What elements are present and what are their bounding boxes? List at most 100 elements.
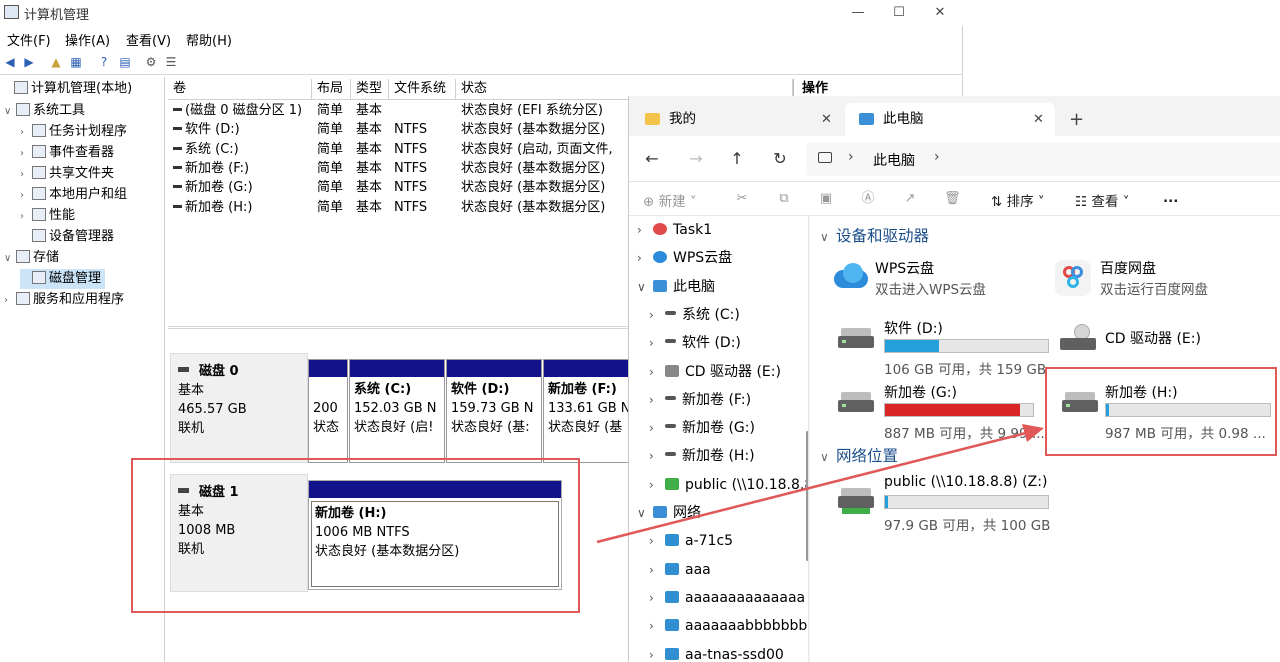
chevron-right-icon[interactable]: › (649, 614, 665, 638)
list-icon[interactable]: ☰ (163, 55, 179, 70)
nav-item[interactable]: › aa-tnas-ssd00 (649, 643, 784, 662)
chevron-right-icon[interactable]: › (637, 246, 653, 270)
chevron-down-icon[interactable]: ∨ (637, 275, 653, 299)
chevron-right-icon[interactable]: › (649, 331, 665, 355)
nav-item[interactable]: ∨ 网络 (637, 501, 701, 525)
menu-file[interactable]: 文件(F) (7, 30, 51, 49)
chevron-right-icon[interactable]: › (4, 291, 16, 311)
paste-icon[interactable]: ▣ (818, 191, 834, 207)
chevron-right-icon[interactable]: › (649, 444, 665, 468)
tree-item-disk-management[interactable]: 磁盘管理 (20, 269, 106, 289)
chevron-right-icon[interactable]: › (649, 416, 665, 440)
nav-item[interactable]: › 新加卷 (F:) (649, 388, 751, 412)
nav-item[interactable]: › 新加卷 (G:) (649, 416, 755, 440)
close-button[interactable]: ✕ (925, 3, 955, 23)
partition-f[interactable]: 新加卷 (F:) 133.61 GB N 状态良好 (基 (543, 359, 630, 463)
menu-action[interactable]: 操作(A) (65, 30, 110, 49)
up-folder-icon[interactable]: ▲ (48, 55, 64, 70)
share-icon[interactable]: ↗ (902, 191, 918, 207)
tree-item-services-apps[interactable]: › 服务和应用程序 (4, 290, 124, 310)
chevron-right-icon[interactable]: › (637, 218, 653, 242)
new-button[interactable]: ⊕ 新建 ˅ (643, 190, 697, 210)
nav-item[interactable]: › public (\\10.18.8.8 (649, 473, 808, 497)
partition-efi[interactable]: 200 状态 (308, 359, 348, 463)
column-header-type[interactable]: 类型 (351, 79, 389, 100)
nav-item[interactable]: › 系统 (C:) (649, 303, 740, 327)
chevron-right-icon[interactable]: › (20, 144, 32, 164)
chevron-down-icon[interactable]: ∨ (4, 249, 16, 269)
menu-view[interactable]: 查看(V) (126, 30, 171, 49)
partition-d[interactable]: 软件 (D:) 159.73 GB N 状态良好 (基: (446, 359, 542, 463)
rename-icon[interactable]: Ⓐ (860, 191, 876, 207)
show-hide-tree-icon[interactable]: ▦ (68, 55, 84, 70)
chevron-right-icon[interactable]: › (649, 360, 665, 384)
back-arrow-icon[interactable]: ← (641, 148, 663, 170)
chevron-right-icon[interactable]: › (20, 186, 32, 206)
properties-icon[interactable]: ▤ (117, 55, 133, 70)
tree-item-task-scheduler[interactable]: › 任务计划程序 (20, 122, 127, 142)
title-bar[interactable]: 计算机管理 — ☐ ✕ (0, 0, 963, 26)
close-tab-icon[interactable]: ✕ (821, 103, 832, 136)
more-button[interactable]: ... (1163, 190, 1178, 206)
tree-item-device-manager[interactable]: 设备管理器 (20, 227, 114, 247)
nav-item[interactable]: › 新加卷 (H:) (649, 444, 755, 468)
tab-this-pc[interactable]: 此电脑 ✕ (845, 103, 1055, 136)
tree-item-computer-management[interactable]: 计算机管理(本地) (2, 79, 132, 99)
tree-item-system-tools[interactable]: ∨ 系统工具 (4, 101, 85, 121)
drive-d[interactable]: 软件 (D:) 106 GB 可用，共 159 GB (836, 318, 1056, 378)
column-header-layout[interactable]: 布局 (312, 79, 351, 100)
network-drive-z[interactable]: public (\\10.18.8.8) (Z:) 97.9 GB 可用，共 1… (836, 474, 1056, 534)
chevron-down-icon[interactable]: ∨ (637, 501, 653, 525)
forward-arrow-icon[interactable]: ▶ (21, 55, 37, 70)
help-icon[interactable]: ? (96, 55, 112, 70)
section-network-locations[interactable]: ∨ 网络位置 (820, 444, 898, 466)
delete-icon[interactable]: 🗑 (944, 191, 961, 207)
tree-item-shared-folders[interactable]: › 共享文件夹 (20, 164, 114, 184)
maximize-button[interactable]: ☐ (884, 3, 914, 23)
nav-item[interactable]: ∨ 此电脑 (637, 275, 715, 299)
device-wps-cloud[interactable]: WPS云盘 双击进入WPS云盘 (830, 258, 1040, 318)
sort-button[interactable]: ⇅ 排序 ˅ (991, 190, 1045, 210)
nav-item[interactable]: › 软件 (D:) (649, 331, 741, 355)
chevron-right-icon[interactable]: › (649, 388, 665, 412)
chevron-right-icon[interactable]: › (649, 529, 665, 553)
nav-item[interactable]: › WPS云盘 (637, 246, 732, 270)
close-tab-icon[interactable]: ✕ (1033, 103, 1044, 136)
copy-icon[interactable]: ⧉ (776, 191, 792, 207)
cut-icon[interactable]: ✂ (734, 191, 750, 207)
nav-item[interactable]: › aaaaaaabbbbbbb (649, 614, 807, 638)
section-devices-drives[interactable]: ∨ 设备和驱动器 (820, 224, 929, 246)
chevron-right-icon[interactable]: › (649, 586, 665, 610)
chevron-right-icon[interactable]: › (20, 165, 32, 185)
partition-c[interactable]: 系统 (C:) 152.03 GB N 状态良好 (启! (349, 359, 445, 463)
column-header-volume[interactable]: 卷 (168, 79, 312, 100)
back-arrow-icon[interactable]: ◀ (2, 55, 18, 70)
nav-scrollbar[interactable] (806, 431, 808, 561)
minimize-button[interactable]: — (843, 3, 873, 23)
drive-g[interactable]: 新加卷 (G:) 887 MB 可用，共 9.99 ... (836, 382, 1056, 442)
breadcrumb-this-pc[interactable]: 此电脑 (873, 150, 915, 170)
nav-item[interactable]: › a-71c5 (649, 529, 733, 553)
tree-item-local-users[interactable]: › 本地用户和组 (20, 185, 127, 205)
chevron-right-icon[interactable]: › (649, 643, 665, 662)
nav-item[interactable]: › CD 驱动器 (E:) (649, 360, 781, 384)
tree-item-performance[interactable]: › 性能 (20, 206, 75, 226)
refresh-icon[interactable]: ↻ (769, 148, 791, 170)
tree-item-storage[interactable]: ∨ 存储 (4, 248, 59, 268)
new-tab-button[interactable]: + (1055, 103, 1095, 136)
chevron-right-icon[interactable]: › (649, 558, 665, 582)
settings-icon[interactable]: ⚙ (143, 55, 159, 70)
forward-arrow-icon[interactable]: → (685, 148, 707, 170)
nav-item[interactable]: › aaaaaaaaaaaaaa (649, 586, 805, 610)
tab-my[interactable]: 我的 ✕ (631, 103, 843, 136)
chevron-right-icon[interactable]: › (649, 303, 665, 327)
up-arrow-icon[interactable]: ↑ (726, 148, 748, 170)
chevron-right-icon[interactable]: › (20, 207, 32, 227)
tree-item-event-viewer[interactable]: › 事件查看器 (20, 143, 114, 163)
chevron-right-icon[interactable]: › (20, 123, 32, 143)
address-bar[interactable]: › 此电脑 › (806, 142, 1280, 176)
chevron-right-icon[interactable]: › (934, 149, 940, 165)
nav-item[interactable]: › Task1 (637, 218, 712, 242)
menu-help[interactable]: 帮助(H) (186, 30, 232, 49)
chevron-down-icon[interactable]: ∨ (4, 102, 16, 122)
